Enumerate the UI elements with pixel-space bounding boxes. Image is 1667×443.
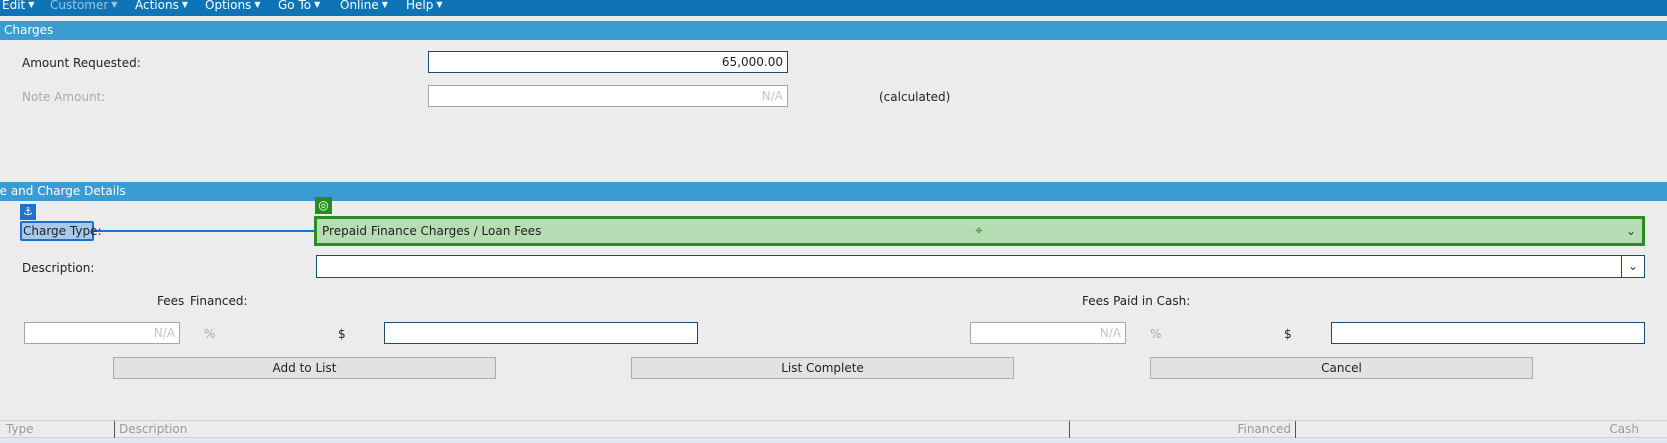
caret-down-icon: ▼ (381, 0, 388, 9)
anchor-icon: ⚓ (20, 204, 36, 220)
menu-customer[interactable]: Customer ▼ (50, 0, 117, 16)
menu-actions[interactable]: Actions ▼ (135, 0, 188, 16)
crosshair-icon: ⌖ (975, 223, 983, 239)
menu-go-to[interactable]: Go To ▼ (278, 0, 320, 16)
financed-dollar-field[interactable] (384, 322, 698, 344)
description-label: Description: (22, 261, 95, 275)
charge-type-select[interactable]: Prepaid Finance Charges / Loan Fees ⌖ ⌄ (314, 216, 1645, 246)
cash-dollar-field[interactable] (1331, 322, 1645, 344)
column-cash[interactable]: Cash (1296, 421, 1667, 439)
note-amount-label: Note Amount: (22, 90, 106, 104)
column-description[interactable]: Description (115, 421, 1070, 439)
charges-grid-body (0, 438, 1667, 443)
target-icon: ◎ (315, 197, 332, 214)
connector-line (94, 230, 316, 232)
cash-dollar-sign: $ (1284, 327, 1292, 341)
menu-help[interactable]: Help ▼ (406, 0, 443, 16)
list-complete-button[interactable]: List Complete (631, 357, 1014, 379)
chevron-down-icon[interactable]: ⌄ (1621, 256, 1644, 277)
caret-down-icon: ▼ (254, 0, 261, 9)
amount-requested-label: Amount Requested: (22, 56, 141, 70)
amount-requested-field[interactable]: 65,000.00 (428, 51, 788, 73)
cash-percent-sign: % (1150, 327, 1162, 341)
charge-type-label: Charge Type: (20, 221, 101, 241)
description-select[interactable]: ⌄ (316, 255, 1645, 278)
caret-down-icon: ▼ (181, 0, 188, 9)
financed-dollar-sign: $ (338, 327, 346, 341)
financed-percent-sign: % (204, 327, 216, 341)
menu-bar: Edit ▼ Customer ▼ Actions ▼ Options ▼ Go To ▼… (0, 0, 1667, 16)
caret-down-icon: ▼ (111, 0, 118, 9)
caret-down-icon: ▼ (314, 0, 321, 9)
menu-options[interactable]: Options ▼ (205, 0, 260, 16)
cancel-button[interactable]: Cancel (1150, 357, 1533, 379)
charges-grid-header: Type Description Financed Cash (0, 420, 1667, 439)
add-to-list-button[interactable]: Add to List (113, 357, 496, 379)
charges-section-header: Charges (0, 21, 1667, 40)
menu-edit[interactable]: Edit ▼ (2, 0, 34, 16)
menu-online[interactable]: Online ▼ (340, 0, 388, 16)
fees-paid-cash-label: Fees Paid in Cash: (1082, 294, 1191, 308)
note-amount-field: N/A (428, 85, 788, 107)
caret-down-icon: ▼ (436, 0, 443, 9)
financed-percent-field: N/A (24, 322, 180, 344)
caret-down-icon: ▼ (28, 0, 35, 9)
column-financed[interactable]: Financed (1070, 421, 1296, 439)
details-section-header: Fee and Charge Details (0, 182, 1667, 201)
fees-label: Fees (157, 294, 185, 308)
calculated-note: (calculated) (879, 90, 951, 104)
charge-type-value: Prepaid Finance Charges / Loan Fees (322, 224, 542, 238)
chevron-down-icon[interactable]: ⌄ (1626, 219, 1636, 243)
fees-financed-label: Financed: (190, 294, 248, 308)
cash-percent-field: N/A (970, 322, 1126, 344)
column-type[interactable]: Type (2, 421, 115, 439)
